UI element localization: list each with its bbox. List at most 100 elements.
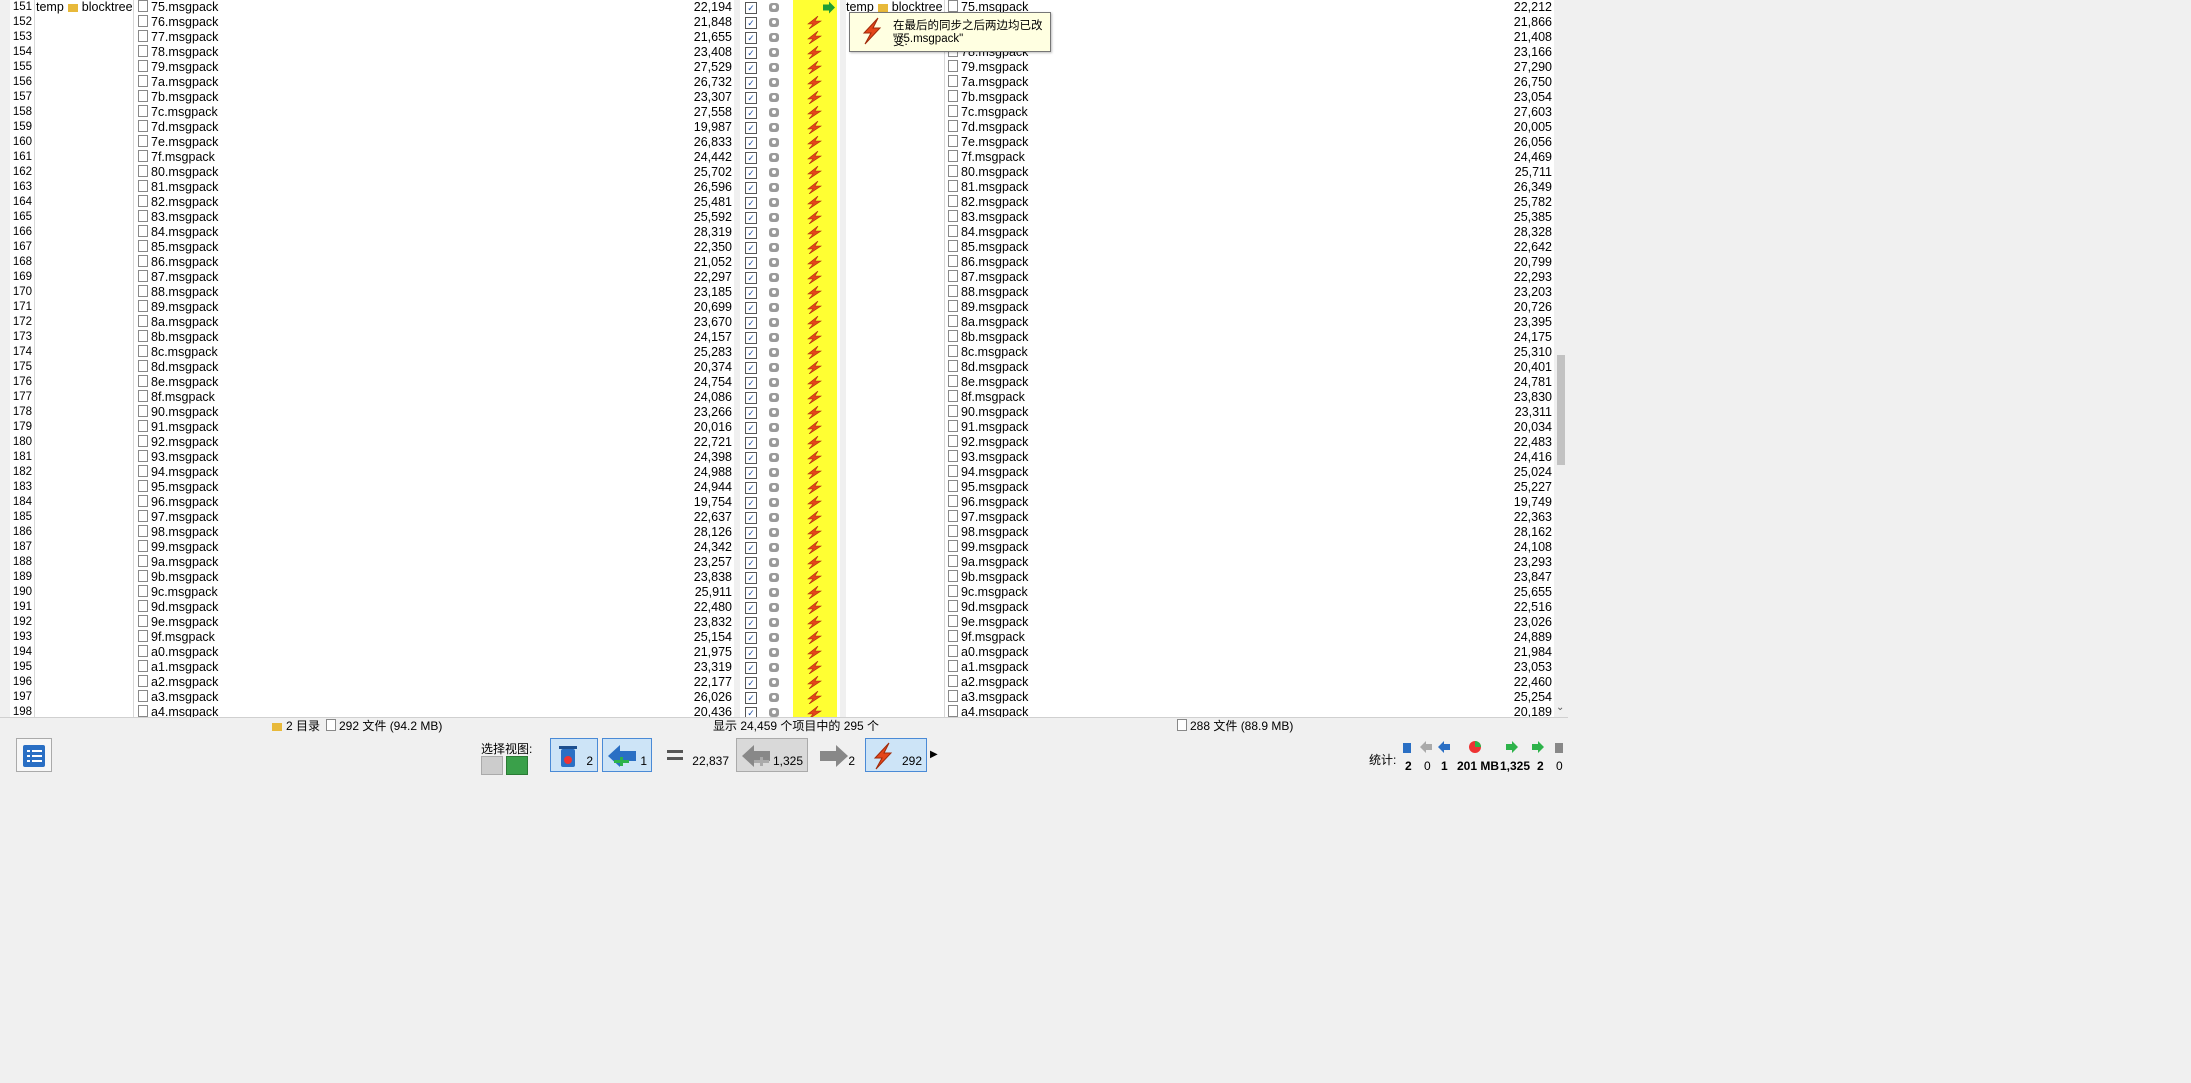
- table-row[interactable]: 178 90.msgpack 23,266: [10, 405, 734, 420]
- lightning-icon[interactable]: [806, 390, 822, 405]
- table-row[interactable]: 170 88.msgpack 23,185: [10, 285, 734, 300]
- lightning-icon[interactable]: [806, 420, 822, 435]
- lightning-icon[interactable]: [806, 705, 822, 717]
- table-row[interactable]: 177 8f.msgpack 24,086: [10, 390, 734, 405]
- table-row[interactable]: 194 a0.msgpack 21,975: [10, 645, 734, 660]
- lightning-icon[interactable]: [806, 135, 822, 150]
- checkbox-icon[interactable]: ✓: [745, 77, 757, 89]
- checkbox-icon[interactable]: ✓: [745, 452, 757, 464]
- checkbox-icon[interactable]: ✓: [745, 242, 757, 254]
- table-row[interactable]: 195 a1.msgpack 23,319: [10, 660, 734, 675]
- checkbox-icon[interactable]: ✓: [745, 422, 757, 434]
- action-row[interactable]: ✓: [740, 570, 840, 585]
- checkbox-icon[interactable]: ✓: [745, 197, 757, 209]
- action-row[interactable]: ✓: [740, 120, 840, 135]
- action-row[interactable]: ✓: [740, 660, 840, 675]
- table-row[interactable]: 162 80.msgpack 25,702: [10, 165, 734, 180]
- table-row[interactable]: 164 82.msgpack 25,481: [10, 195, 734, 210]
- action-row[interactable]: ✓: [740, 195, 840, 210]
- table-row[interactable]: 97.msgpack 22,363: [846, 510, 1554, 525]
- filter-left-button[interactable]: 1: [602, 738, 652, 772]
- table-row[interactable]: 192 9e.msgpack 23,832: [10, 615, 734, 630]
- table-row[interactable]: 7b.msgpack 23,054: [846, 90, 1554, 105]
- action-row[interactable]: ✓: [740, 330, 840, 345]
- table-row[interactable]: 165 83.msgpack 25,592: [10, 210, 734, 225]
- lightning-icon[interactable]: [806, 495, 822, 510]
- table-row[interactable]: 179 91.msgpack 20,016: [10, 420, 734, 435]
- lightning-icon[interactable]: [806, 15, 822, 30]
- table-row[interactable]: 172 8a.msgpack 23,670: [10, 315, 734, 330]
- table-row[interactable]: a0.msgpack 21,984: [846, 645, 1554, 660]
- action-row[interactable]: ✓: [740, 615, 840, 630]
- action-row[interactable]: ✓: [740, 345, 840, 360]
- scrollbar-thumb[interactable]: [1557, 355, 1565, 465]
- checkbox-icon[interactable]: ✓: [745, 512, 757, 524]
- lightning-icon[interactable]: [806, 630, 822, 645]
- lightning-icon[interactable]: [806, 330, 822, 345]
- config-button[interactable]: [16, 738, 52, 772]
- table-row[interactable]: 196 a2.msgpack 22,177: [10, 675, 734, 690]
- table-row[interactable]: 158 7c.msgpack 27,558: [10, 105, 734, 120]
- action-row[interactable]: ✓: [740, 390, 840, 405]
- action-row[interactable]: ✓: [740, 645, 840, 660]
- table-row[interactable]: 154 78.msgpack 23,408: [10, 45, 734, 60]
- checkbox-icon[interactable]: ✓: [745, 332, 757, 344]
- lightning-icon[interactable]: [806, 525, 822, 540]
- lightning-icon[interactable]: [806, 360, 822, 375]
- action-row[interactable]: ✓: [740, 300, 840, 315]
- checkbox-icon[interactable]: ✓: [745, 32, 757, 44]
- checkbox-icon[interactable]: ✓: [745, 272, 757, 284]
- action-row[interactable]: ✓: [740, 240, 840, 255]
- vertical-scrollbar[interactable]: ⌄: [1554, 0, 1568, 717]
- table-row[interactable]: 80.msgpack 25,711: [846, 165, 1554, 180]
- table-row[interactable]: 181 93.msgpack 24,398: [10, 450, 734, 465]
- table-row[interactable]: 79.msgpack 27,290: [846, 60, 1554, 75]
- action-row[interactable]: ✓: [740, 270, 840, 285]
- lightning-icon[interactable]: [806, 465, 822, 480]
- table-row[interactable]: 198 a4.msgpack 20,436: [10, 705, 734, 717]
- checkbox-icon[interactable]: ✓: [745, 227, 757, 239]
- lightning-icon[interactable]: [806, 435, 822, 450]
- action-row[interactable]: ✓: [740, 630, 840, 645]
- action-row[interactable]: ✓: [740, 525, 840, 540]
- action-row[interactable]: ✓: [740, 405, 840, 420]
- checkbox-icon[interactable]: ✓: [745, 2, 757, 14]
- checkbox-icon[interactable]: ✓: [745, 527, 757, 539]
- filter-conflict-button[interactable]: 292: [865, 738, 927, 772]
- table-row[interactable]: 96.msgpack 19,749: [846, 495, 1554, 510]
- table-row[interactable]: 197 a3.msgpack 26,026: [10, 690, 734, 705]
- table-row[interactable]: 168 86.msgpack 21,052: [10, 255, 734, 270]
- table-row[interactable]: 81.msgpack 26,349: [846, 180, 1554, 195]
- table-row[interactable]: 189 9b.msgpack 23,838: [10, 570, 734, 585]
- filter-new-left-button[interactable]: 1,325: [736, 738, 808, 772]
- checkbox-icon[interactable]: ✓: [745, 467, 757, 479]
- checkbox-icon[interactable]: ✓: [745, 437, 757, 449]
- action-row[interactable]: ✓: [740, 540, 840, 555]
- action-row[interactable]: ✓: [740, 15, 840, 30]
- action-row[interactable]: ✓: [740, 495, 840, 510]
- table-row[interactable]: a2.msgpack 22,460: [846, 675, 1554, 690]
- action-row[interactable]: ✓: [740, 555, 840, 570]
- table-row[interactable]: 8d.msgpack 20,401: [846, 360, 1554, 375]
- table-row[interactable]: 188 9a.msgpack 23,257: [10, 555, 734, 570]
- checkbox-icon[interactable]: ✓: [745, 602, 757, 614]
- lightning-icon[interactable]: [806, 585, 822, 600]
- lightning-icon[interactable]: [806, 90, 822, 105]
- lightning-icon[interactable]: [806, 645, 822, 660]
- checkbox-icon[interactable]: ✓: [745, 167, 757, 179]
- checkbox-icon[interactable]: ✓: [745, 347, 757, 359]
- checkbox-icon[interactable]: ✓: [745, 482, 757, 494]
- checkbox-icon[interactable]: ✓: [745, 302, 757, 314]
- table-row[interactable]: 156 7a.msgpack 26,732: [10, 75, 734, 90]
- table-row[interactable]: 9a.msgpack 23,293: [846, 555, 1554, 570]
- table-row[interactable]: 190 9c.msgpack 25,911: [10, 585, 734, 600]
- middle-action-grid[interactable]: ✓ ✓ ✓ ✓ ✓ ✓ ✓ ✓ ✓ ✓ ✓ ✓ ✓ ✓ ✓ ✓ ✓ ✓ ✓ ✓ ✓ ✓ ✓ ✓ ✓ ✓ ✓ ✓ ✓ ✓ ✓ ✓ ✓ ✓ ✓ ✓ ✓ ✓ ✓ ✓…: [740, 0, 840, 717]
- table-row[interactable]: 93.msgpack 24,416: [846, 450, 1554, 465]
- action-row[interactable]: ✓: [740, 30, 840, 45]
- table-row[interactable]: 167 85.msgpack 22,350: [10, 240, 734, 255]
- table-row[interactable]: 87.msgpack 22,293: [846, 270, 1554, 285]
- table-row[interactable]: 94.msgpack 25,024: [846, 465, 1554, 480]
- checkbox-icon[interactable]: ✓: [745, 587, 757, 599]
- table-row[interactable]: 191 9d.msgpack 22,480: [10, 600, 734, 615]
- lightning-icon[interactable]: [806, 405, 822, 420]
